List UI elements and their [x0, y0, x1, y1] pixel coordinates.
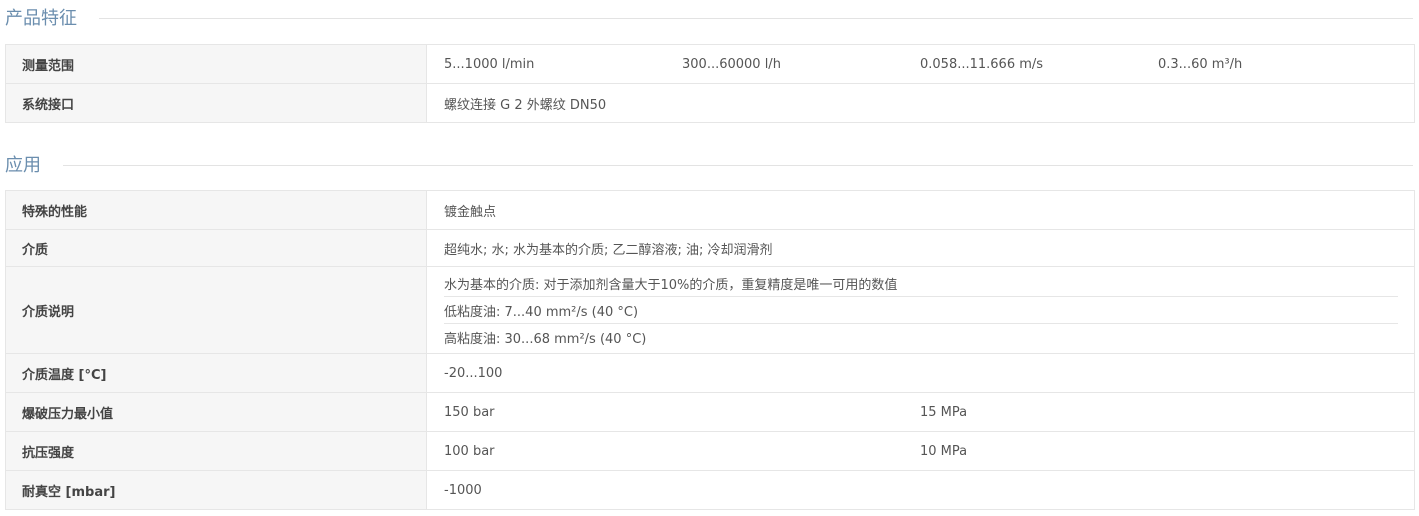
row-value: -1000 — [444, 482, 482, 498]
table-row: 介质 超纯水; 水; 水为基本的介质; 乙二醇溶液; 油; 冷却润滑剂 — [6, 230, 1414, 267]
row-value: 超纯水; 水; 水为基本的介质; 乙二醇溶液; 油; 冷却润滑剂 — [444, 242, 773, 258]
value-cell: 150 bar — [444, 404, 495, 420]
row-label: 特殊的性能 — [6, 191, 427, 229]
row-value: 5...1000 l/min 300...60000 l/h 0.058...1… — [427, 45, 1414, 83]
application-section: 应用 特殊的性能 镀金触点 介质 超纯水; 水; 水为基本的介质; 乙二醇溶液;… — [0, 147, 1419, 510]
section-title: 应用 — [5, 151, 63, 177]
value-cell: 10 MPa — [920, 443, 968, 459]
value-line: 低粘度油: 7...40 mm²/s (40 °C) — [444, 297, 1398, 324]
table-row: 系统接口 螺纹连接 G 2 外螺纹 DN50 — [6, 84, 1414, 122]
row-label: 介质温度 [°C] — [6, 354, 427, 392]
row-label: 耐真空 [mbar] — [6, 471, 427, 509]
section-divider — [95, 18, 1413, 19]
spec-table-application: 特殊的性能 镀金触点 介质 超纯水; 水; 水为基本的介质; 乙二醇溶液; 油;… — [5, 190, 1415, 510]
row-label: 测量范围 — [6, 45, 427, 83]
value-line: 高粘度油: 30...68 mm²/s (40 °C) — [444, 332, 647, 347]
table-row: 介质温度 [°C] -20...100 — [6, 354, 1414, 393]
row-value: 100 bar 10 MPa — [427, 432, 1414, 470]
section-header: 产品特征 — [0, 0, 1419, 34]
table-row: 特殊的性能 镀金触点 — [6, 191, 1414, 230]
row-value: 镀金触点 — [444, 204, 497, 220]
table-row: 介质说明 水为基本的介质: 对于添加剂含量大于10%的介质，重复精度是唯一可用的… — [6, 267, 1414, 354]
row-label: 爆破压力最小值 — [6, 393, 427, 431]
table-row: 耐真空 [mbar] -1000 — [6, 471, 1414, 509]
spec-table-features: 测量范围 5...1000 l/min 300...60000 l/h 0.05… — [5, 44, 1415, 123]
table-row: 测量范围 5...1000 l/min 300...60000 l/h 0.05… — [6, 45, 1414, 84]
value-cell: 100 bar — [444, 443, 495, 459]
value-cell: 300...60000 l/h — [682, 56, 781, 72]
row-label: 抗压强度 — [6, 432, 427, 470]
value-line: 水为基本的介质: 对于添加剂含量大于10%的介质，重复精度是唯一可用的数值 — [444, 270, 1398, 297]
row-value: 螺纹连接 G 2 外螺纹 DN50 — [444, 97, 607, 113]
section-header: 应用 — [0, 147, 1419, 181]
row-value: 水为基本的介质: 对于添加剂含量大于10%的介质，重复精度是唯一可用的数值 低粘… — [427, 267, 1414, 353]
section-divider — [58, 165, 1413, 166]
row-label: 介质说明 — [6, 267, 427, 353]
row-label: 系统接口 — [6, 84, 427, 122]
row-value: 150 bar 15 MPa — [427, 393, 1414, 431]
value-cell: 15 MPa — [920, 404, 968, 420]
value-cell: 0.058...11.666 m/s — [920, 56, 1044, 72]
row-value: -20...100 — [444, 365, 503, 381]
value-cell: 0.3...60 m³/h — [1158, 56, 1243, 72]
value-cell: 5...1000 l/min — [444, 56, 535, 72]
product-features-section: 产品特征 测量范围 5...1000 l/min 300...60000 l/h… — [0, 0, 1419, 123]
table-row: 抗压强度 100 bar 10 MPa — [6, 432, 1414, 471]
section-title: 产品特征 — [5, 4, 99, 30]
table-row: 爆破压力最小值 150 bar 15 MPa — [6, 393, 1414, 432]
row-label: 介质 — [6, 230, 427, 266]
